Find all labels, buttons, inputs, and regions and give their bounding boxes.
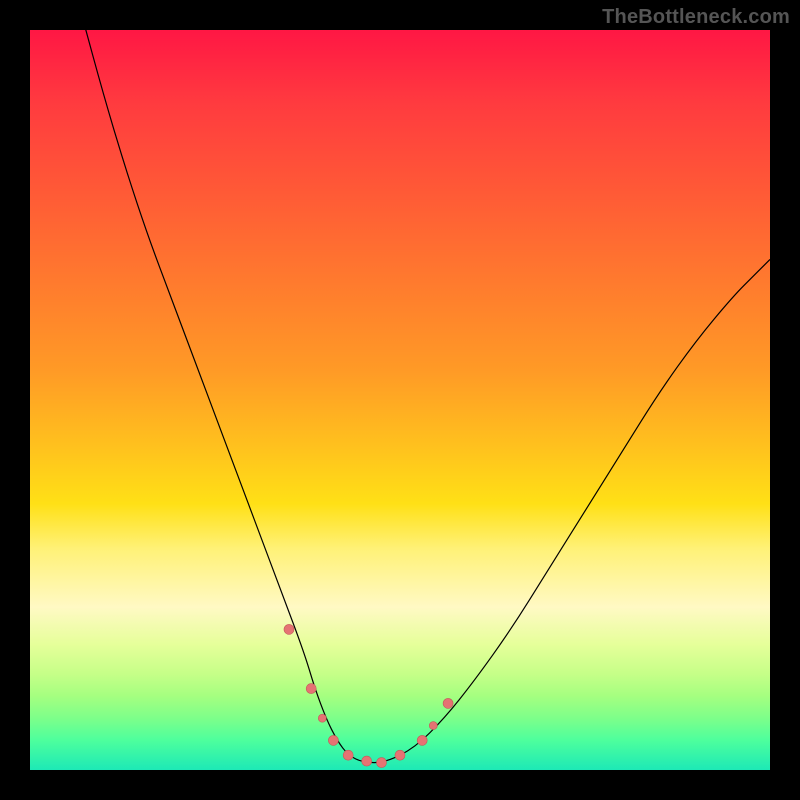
curve-marker: [284, 624, 294, 634]
chart-svg: [30, 30, 770, 770]
curve-marker: [328, 735, 338, 745]
curve-marker: [417, 735, 427, 745]
curve-marker: [306, 684, 316, 694]
chart-frame: TheBottleneck.com: [0, 0, 800, 800]
curve-marker: [395, 750, 405, 760]
curve-marker: [362, 756, 372, 766]
curve-marker: [443, 698, 453, 708]
curve-markers: [284, 624, 453, 767]
curve-marker: [318, 714, 326, 722]
curve-marker: [377, 758, 387, 768]
watermark-label: TheBottleneck.com: [602, 6, 790, 29]
curve-marker: [343, 750, 353, 760]
bottleneck-curve: [82, 15, 770, 762]
curve-marker: [429, 722, 437, 730]
